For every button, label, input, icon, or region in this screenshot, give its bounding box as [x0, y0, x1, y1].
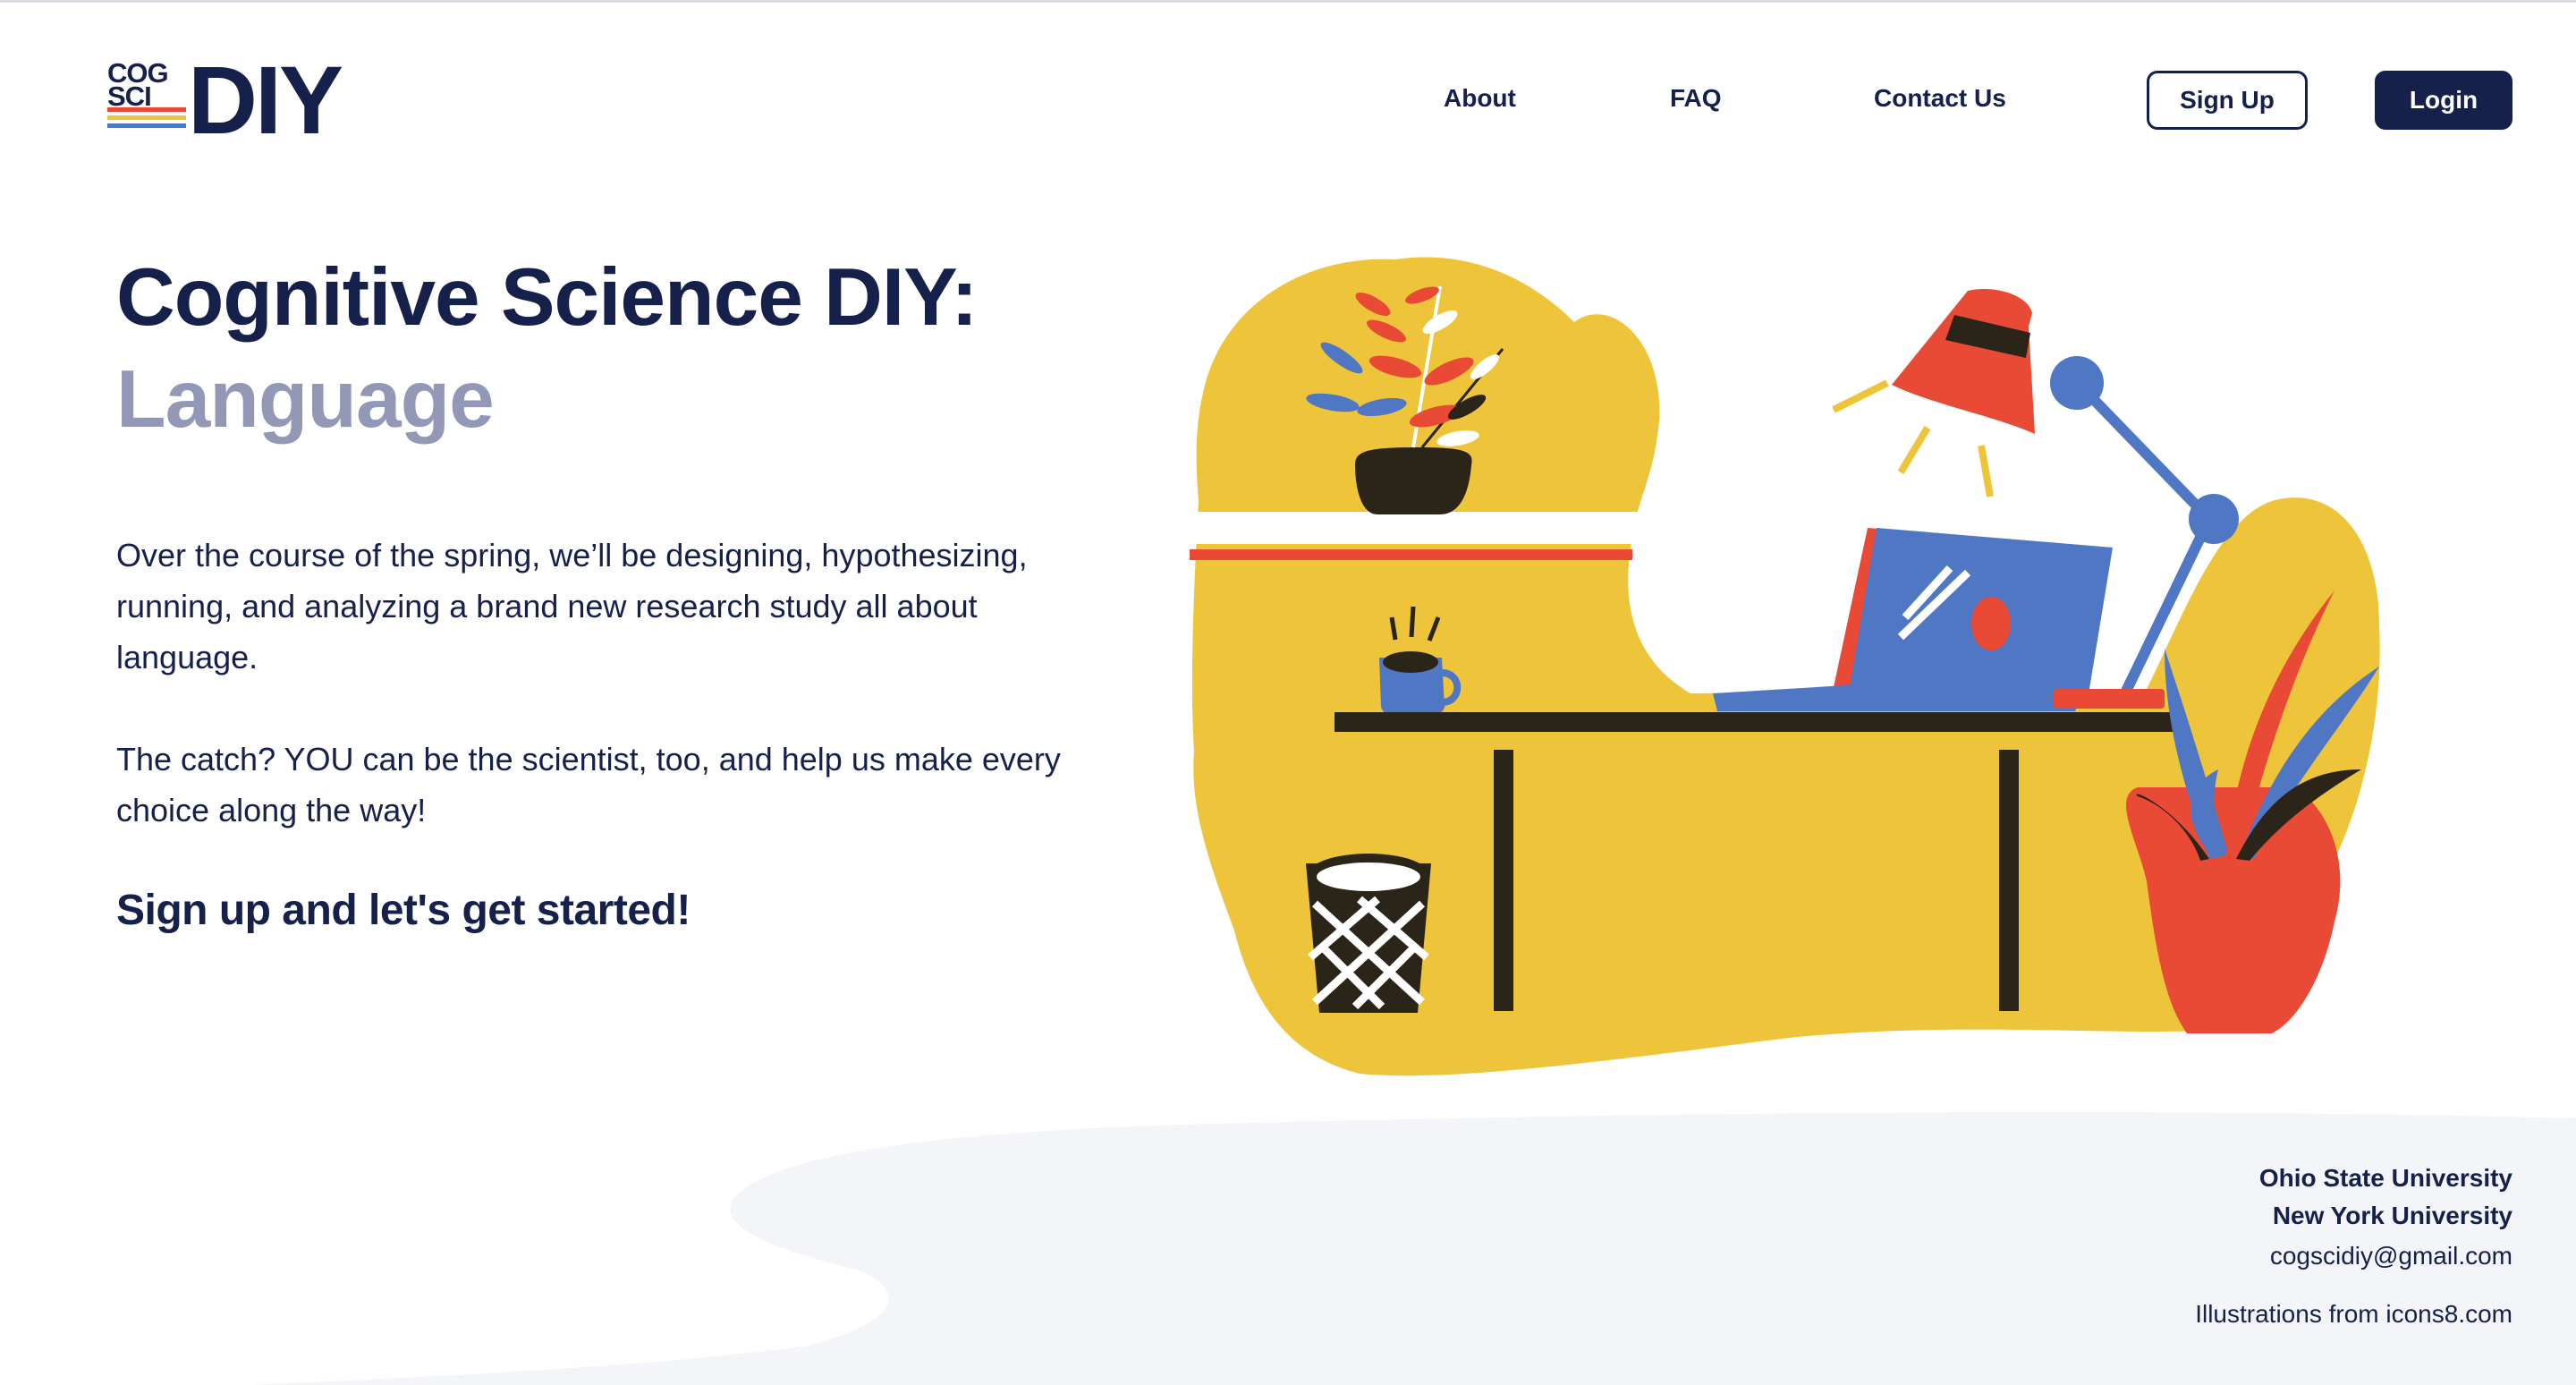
catch-paragraph: The catch? YOU can be the scientist, too…	[116, 741, 1061, 828]
cogscidiy-logo[interactable]: COG SCI DIY	[106, 52, 392, 149]
logo-stripe-red	[107, 107, 186, 112]
logo-diy-text: DIY	[188, 46, 343, 154]
footer-illustration-credit[interactable]: Illustrations from icons8.com	[2195, 1297, 2512, 1331]
shelf	[1190, 512, 1646, 560]
page-title: Cognitive Science DIY:	[116, 252, 978, 343]
footer-university-nyu: New York University	[2272, 1202, 2512, 1229]
nav-contact-link[interactable]: Contact Us	[1874, 82, 2006, 115]
footer-university-ohio: Ohio State University	[2258, 1164, 2512, 1192]
page-subtitle: Language	[116, 354, 495, 445]
wastebasket-icon	[1306, 854, 1431, 1013]
logo-stripe-blue	[107, 123, 186, 128]
signup-button[interactable]: Sign Up	[2147, 71, 2308, 130]
login-button[interactable]: Login	[2375, 71, 2512, 130]
desk-illustration	[1190, 257, 2380, 1076]
nav-about-link[interactable]: About	[1444, 82, 1516, 115]
footer-wave	[250, 1112, 2576, 1385]
footer-email[interactable]: cogscidiy@gmail.com	[2270, 1239, 2512, 1273]
signup-call-to-action: Sign up and let's get started!	[116, 887, 691, 934]
logo-sci-text: SCI	[107, 81, 152, 112]
logo-stripe-yellow	[107, 115, 186, 120]
nav-faq-link[interactable]: FAQ	[1670, 82, 1722, 115]
laptop-icon	[1713, 528, 2113, 711]
top-border	[0, 0, 2576, 3]
intro-paragraph: Over the course of the spring, we’ll be …	[116, 537, 1028, 676]
